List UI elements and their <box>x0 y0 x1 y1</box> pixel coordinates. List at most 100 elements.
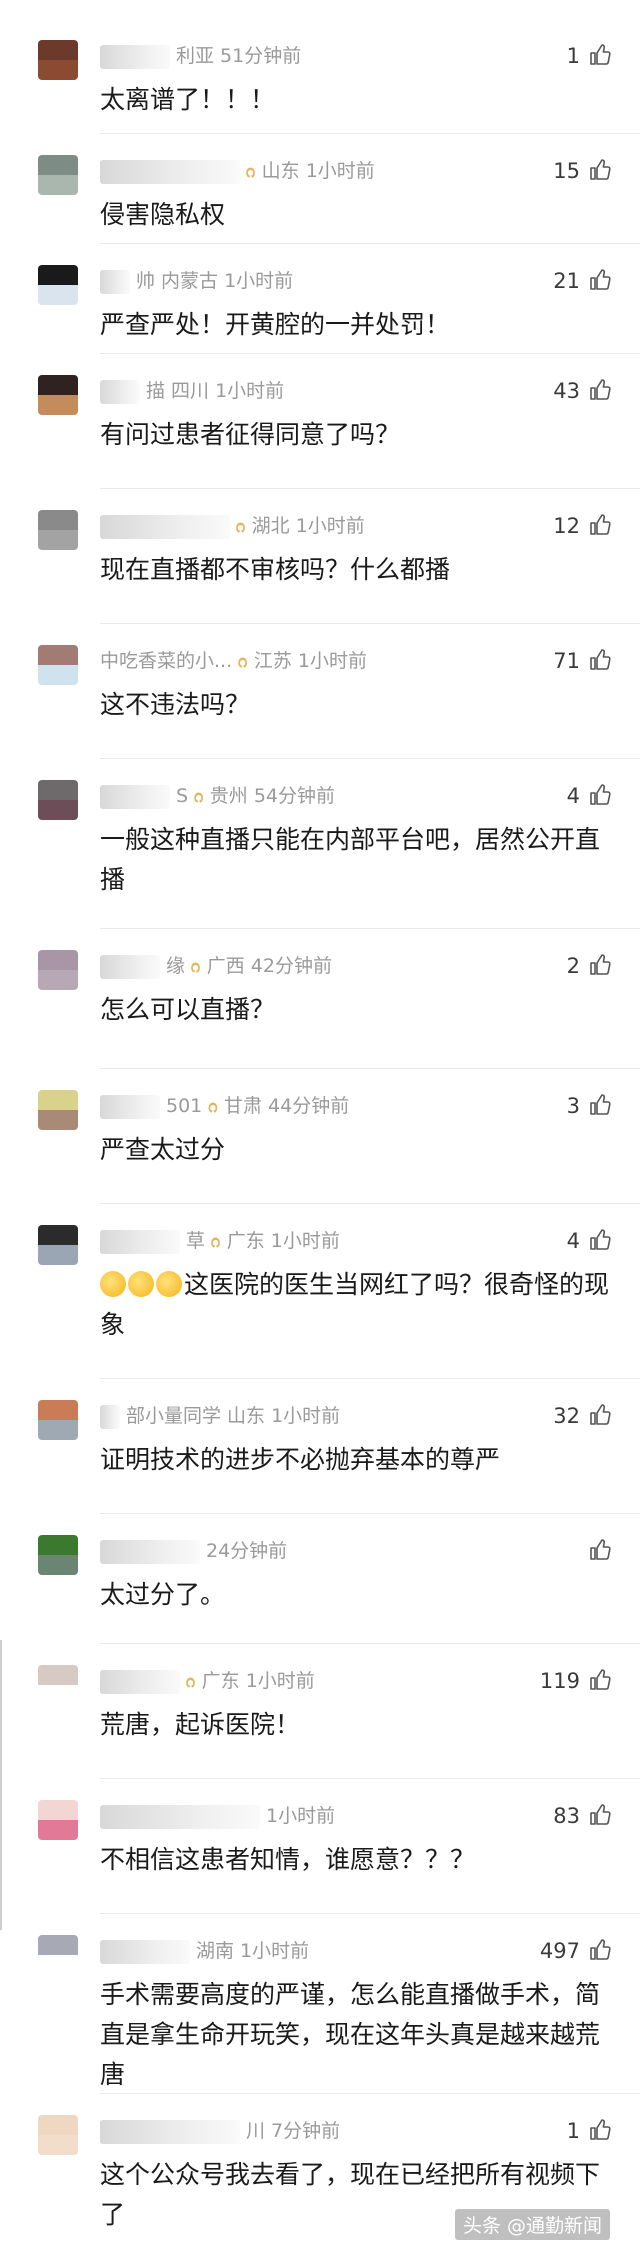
timestamp: 1小时前 <box>240 1940 310 1962</box>
username[interactable]: 中吃香菜的小... <box>100 650 238 672</box>
thumbs-up-icon[interactable] <box>588 1093 612 1126</box>
like-count: 3 <box>566 1094 580 1118</box>
avatar[interactable] <box>38 950 78 990</box>
divider <box>100 133 640 134</box>
avatar[interactable] <box>38 1225 78 1265</box>
like-button[interactable]: 15 <box>553 155 612 187</box>
left-edge-divider <box>0 1640 2 1930</box>
comment-text: 一般这种直播只能在内部平台吧，居然公开直播 <box>100 825 601 894</box>
avatar[interactable] <box>38 1935 78 1975</box>
username[interactable]: 帅 <box>136 270 161 292</box>
comment-item: 草 ᦅ 广东 1小时前 4 这医院的医生当网红了吗？很奇怪的现象 <box>0 1205 640 1380</box>
username[interactable]: 501 <box>166 1095 208 1117</box>
like-button[interactable]: 43 <box>553 375 612 407</box>
thumbs-up-icon[interactable] <box>588 1228 612 1261</box>
thumbs-up-icon[interactable] <box>588 648 612 681</box>
thumbs-up-icon[interactable] <box>588 268 612 301</box>
like-button[interactable]: 119 <box>540 1665 612 1697</box>
timestamp: 1小时前 <box>305 160 375 182</box>
thumbs-up-icon[interactable] <box>588 1538 612 1571</box>
comment-text: 太离谱了！！！ <box>100 85 276 114</box>
vip-badge-icon: ᦅ <box>186 1670 196 1692</box>
like-count: 497 <box>539 1939 580 1963</box>
comment-text: 有问过患者征得同意了吗？ <box>100 420 401 449</box>
like-button[interactable]: 3 <box>567 1090 612 1122</box>
thumbs-up-icon[interactable] <box>588 1803 612 1836</box>
thumbs-up-icon[interactable] <box>588 1403 612 1436</box>
comment-meta: 部小量同学 山东 1小时前 <box>100 1400 340 1432</box>
avatar[interactable] <box>38 1535 78 1575</box>
like-button[interactable] <box>580 1535 612 1567</box>
like-button[interactable]: 12 <box>553 510 612 542</box>
region: 川 <box>246 2120 272 2142</box>
divider <box>100 1643 640 1644</box>
divider <box>100 928 640 929</box>
comment-meta: 湖南 1小时前 <box>100 1935 309 1967</box>
comment-text: 太过分了。 <box>100 1580 226 1609</box>
avatar[interactable] <box>38 2115 78 2155</box>
username[interactable]: S <box>176 785 194 807</box>
username[interactable]: 草 <box>186 1230 211 1252</box>
like-button[interactable]: 1 <box>567 40 612 72</box>
like-button[interactable]: 497 <box>540 1935 612 1967</box>
comment-meta: 24分钟前 <box>100 1535 287 1567</box>
like-button[interactable]: 21 <box>553 265 612 297</box>
comment-item: 501 ᦅ 甘肃 44分钟前 3 严查太过分 <box>0 1070 640 1205</box>
like-button[interactable]: 32 <box>553 1400 612 1432</box>
thumbs-up-icon[interactable] <box>588 513 612 546</box>
region: 内蒙古 <box>161 270 225 292</box>
like-button[interactable]: 83 <box>553 1800 612 1832</box>
like-button[interactable]: 4 <box>567 1225 612 1257</box>
thumbs-up-icon[interactable] <box>588 1938 612 1971</box>
like-button[interactable]: 71 <box>553 645 612 677</box>
laughing-emoji-icon <box>156 1271 182 1297</box>
thumbs-up-icon[interactable] <box>588 378 612 411</box>
avatar[interactable] <box>38 645 78 685</box>
avatar[interactable] <box>38 510 78 550</box>
vip-badge-icon: ᦅ <box>208 1095 218 1117</box>
like-button[interactable]: 1 <box>567 2115 612 2147</box>
avatar[interactable] <box>38 1665 78 1705</box>
blurred-username <box>100 269 130 294</box>
avatar[interactable] <box>38 1400 78 1440</box>
comment-meta: 利亚 51分钟前 <box>100 40 301 72</box>
thumbs-up-icon[interactable] <box>588 1668 612 1701</box>
comment-text: 手术需要高度的严谨，怎么能直播做手术，简直是拿生命开玩笑，现在这年头真是越来越荒… <box>100 1980 601 2089</box>
timestamp: 42分钟前 <box>250 955 332 977</box>
divider <box>100 623 640 624</box>
avatar[interactable] <box>38 375 78 415</box>
username[interactable]: 缘 <box>166 955 191 977</box>
divider <box>100 1778 640 1779</box>
divider <box>100 353 640 354</box>
comment-item: 24分钟前太过分了。 <box>0 1515 640 1645</box>
avatar[interactable] <box>38 155 78 195</box>
comment-item: ᦅ 广东 1小时前 119 荒唐，起诉医院！ <box>0 1645 640 1780</box>
like-count: 2 <box>566 954 580 978</box>
like-button[interactable]: 2 <box>567 950 612 982</box>
username[interactable]: 利亚 <box>176 45 220 67</box>
vip-badge-icon: ᦅ <box>191 955 201 977</box>
username[interactable]: 描 <box>146 380 171 402</box>
blurred-username <box>100 954 160 979</box>
region: 广东 <box>201 1670 246 1692</box>
blurred-username <box>100 2119 240 2144</box>
divider <box>100 1913 640 1914</box>
thumbs-up-icon[interactable] <box>588 2118 612 2151</box>
watermark: 头条 @通勤新闻 <box>454 2209 610 2240</box>
username[interactable]: 部小量同学 <box>126 1405 227 1427</box>
timestamp: 51分钟前 <box>220 45 302 67</box>
region: 湖北 <box>251 515 296 537</box>
comment-item: 1小时前 83 不相信这患者知情，谁愿意？？？ <box>0 1780 640 1915</box>
avatar[interactable] <box>38 1090 78 1130</box>
thumbs-up-icon[interactable] <box>588 158 612 191</box>
avatar[interactable] <box>38 1800 78 1840</box>
like-button[interactable]: 4 <box>567 780 612 812</box>
avatar[interactable] <box>38 780 78 820</box>
avatar[interactable] <box>38 40 78 80</box>
avatar[interactable] <box>38 265 78 305</box>
comment-meta: 描 四川 1小时前 <box>100 375 284 407</box>
thumbs-up-icon[interactable] <box>588 43 612 76</box>
thumbs-up-icon[interactable] <box>588 953 612 986</box>
thumbs-up-icon[interactable] <box>588 783 612 816</box>
timestamp: 1小时前 <box>270 1230 340 1252</box>
